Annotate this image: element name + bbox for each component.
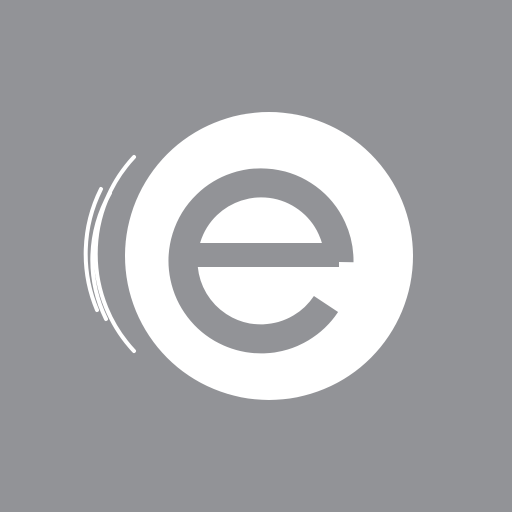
lowercase-e-motion-logo-icon bbox=[83, 112, 413, 400]
app-icon bbox=[0, 0, 512, 512]
